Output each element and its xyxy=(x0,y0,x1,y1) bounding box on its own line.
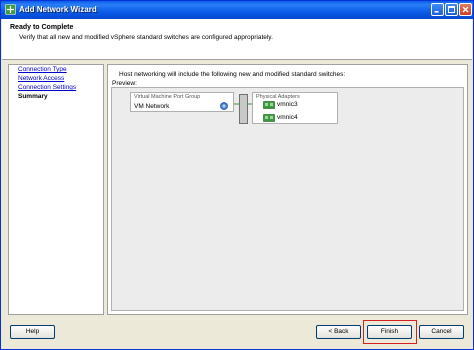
minimize-button[interactable] xyxy=(431,3,444,16)
title-bar[interactable]: Add Network Wizard xyxy=(1,1,473,19)
adapter-name: vmnic3 xyxy=(277,101,298,108)
page-title: Ready to Complete xyxy=(10,24,74,31)
window-title: Add Network Wizard xyxy=(19,5,97,14)
nav-item-connection-settings[interactable]: Connection Settings xyxy=(18,84,76,91)
page-description: Verify that all new and modified vSphere… xyxy=(19,34,273,41)
network-adapter-icon xyxy=(263,101,275,109)
adapter-name: vmnic4 xyxy=(277,114,298,121)
minimize-icon xyxy=(434,11,439,13)
wizard-header: Ready to Complete Verify that all new an… xyxy=(2,19,472,60)
virtual-switch-icon xyxy=(239,94,248,124)
maximize-icon xyxy=(448,6,455,13)
help-button[interactable]: Help xyxy=(10,325,55,339)
physical-adapters-caption: Physical Adapters xyxy=(256,94,300,100)
nav-item-network-access[interactable]: Network Access xyxy=(18,75,64,82)
switch-preview: Virtual Machine Port Group VM Network Ph… xyxy=(111,87,464,311)
finish-highlight-box xyxy=(363,320,417,344)
cancel-button[interactable]: Cancel xyxy=(419,325,464,339)
nav-item-summary: Summary xyxy=(18,93,48,100)
back-button[interactable]: < Back xyxy=(316,325,361,339)
preview-label: Preview: xyxy=(112,80,137,87)
nav-item-connection-type[interactable]: Connection Type xyxy=(18,66,67,73)
maximize-button[interactable] xyxy=(445,3,458,16)
port-group-box[interactable]: Virtual Machine Port Group VM Network xyxy=(130,92,234,112)
summary-intro: Host networking will include the followi… xyxy=(119,71,346,78)
port-group-name: VM Network xyxy=(134,103,170,110)
port-group-caption: Virtual Machine Port Group xyxy=(134,94,201,100)
close-button[interactable] xyxy=(459,3,472,16)
close-icon xyxy=(462,6,469,13)
wizard-steps-nav: Connection Type Network Access Connectio… xyxy=(8,64,104,315)
summary-panel: Host networking will include the followi… xyxy=(107,64,468,315)
network-adapter-icon xyxy=(263,114,275,122)
physical-adapters-box: Physical Adapters vmnic3 vmnic4 xyxy=(252,92,338,124)
wizard-window: Add Network Wizard Ready to Complete Ver… xyxy=(0,0,474,350)
virtual-machine-icon xyxy=(220,102,228,110)
network-wizard-icon xyxy=(5,4,16,15)
